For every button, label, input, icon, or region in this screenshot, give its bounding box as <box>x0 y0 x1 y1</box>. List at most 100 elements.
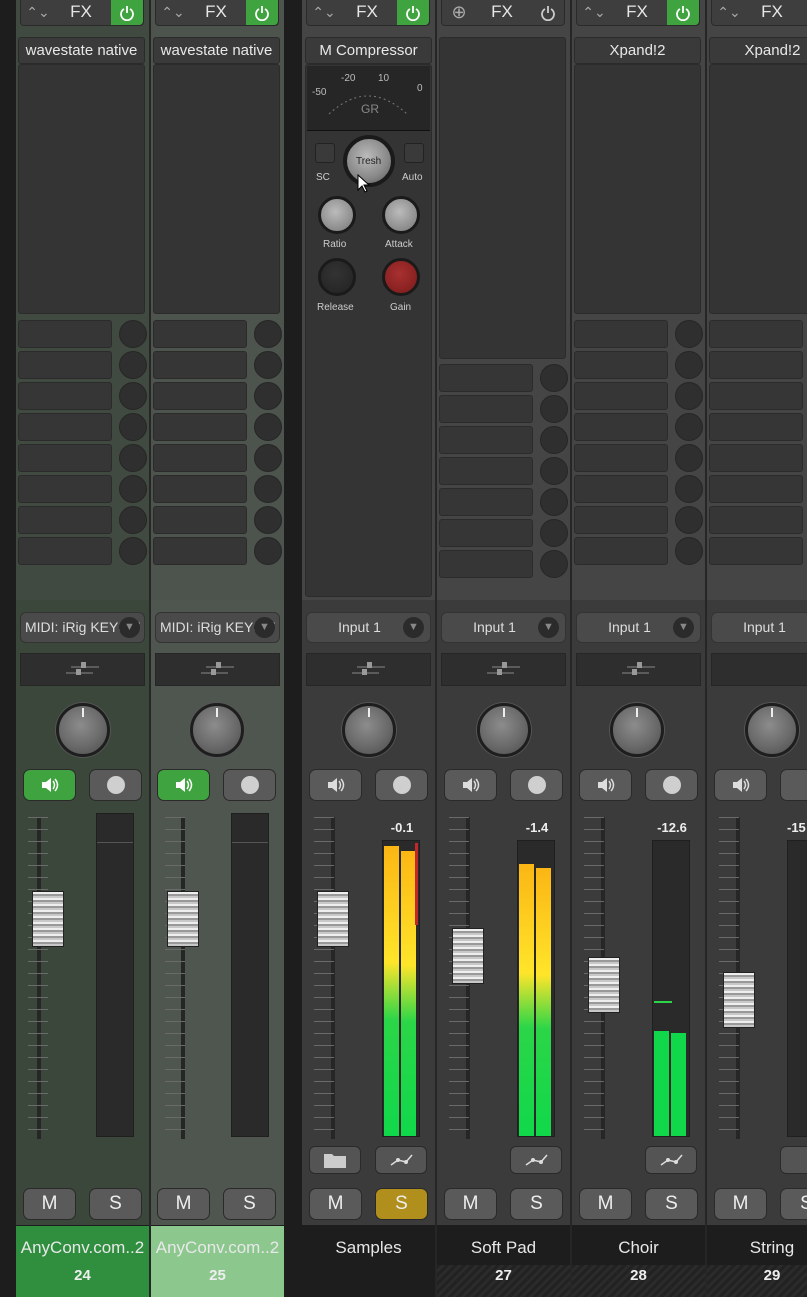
send-level-knob[interactable] <box>675 413 703 441</box>
input-gain-slider[interactable] <box>306 653 431 686</box>
expand-chevron-icon[interactable]: ⌃⌄ <box>716 1 742 23</box>
input-gain-slider[interactable] <box>155 653 280 686</box>
fx-button[interactable]: FX <box>611 1 663 23</box>
send-slot[interactable] <box>18 444 112 472</box>
send-level-knob[interactable] <box>119 444 147 472</box>
plugin-slot-name[interactable]: M Compressor <box>305 37 432 64</box>
automation-button[interactable] <box>375 1146 427 1174</box>
fx-button[interactable]: FX <box>341 1 393 23</box>
send-slot[interactable] <box>574 537 668 565</box>
send-slot[interactable] <box>574 320 668 348</box>
pan-knob[interactable] <box>745 703 799 757</box>
gain-knob[interactable] <box>382 258 420 296</box>
channel-name[interactable]: String <box>707 1226 807 1266</box>
fx-power-button[interactable] <box>667 0 699 25</box>
channel-name[interactable]: AnyConv.com..2 <box>16 1226 149 1266</box>
send-slot[interactable] <box>18 413 112 441</box>
add-fx-icon[interactable]: ⊕ <box>446 1 472 23</box>
auto-toggle[interactable] <box>404 143 424 163</box>
ratio-knob[interactable] <box>318 196 356 234</box>
send-slot[interactable] <box>153 382 247 410</box>
pan-knob[interactable] <box>477 703 531 757</box>
send-slot[interactable] <box>574 506 668 534</box>
mute-button[interactable]: M <box>579 1188 632 1220</box>
mute-button[interactable]: M <box>23 1188 76 1220</box>
channel-name[interactable]: AnyConv.com..2 <box>151 1226 284 1266</box>
send-level-knob[interactable] <box>254 444 282 472</box>
input-selector[interactable]: Input 1 ▼ <box>306 612 431 643</box>
send-level-knob[interactable] <box>540 426 568 454</box>
plugin-slot-name[interactable]: Xpand!2 <box>574 37 701 64</box>
solo-button[interactable]: S <box>89 1188 142 1220</box>
send-level-knob[interactable] <box>119 320 147 348</box>
expand-chevron-icon[interactable]: ⌃⌄ <box>311 1 337 23</box>
plugin-slot-name[interactable]: wavestate native <box>18 37 145 64</box>
record-arm-button[interactable] <box>510 769 563 801</box>
send-level-knob[interactable] <box>540 395 568 423</box>
input-gain-slider[interactable] <box>20 653 145 686</box>
send-slot[interactable] <box>574 351 668 379</box>
send-slot[interactable] <box>709 382 803 410</box>
send-level-knob[interactable] <box>254 320 282 348</box>
send-level-knob[interactable] <box>254 537 282 565</box>
send-slot[interactable] <box>709 413 803 441</box>
send-slot[interactable] <box>439 457 533 485</box>
fx-button[interactable]: FX <box>746 1 798 23</box>
send-level-knob[interactable] <box>675 506 703 534</box>
send-slot[interactable] <box>709 351 803 379</box>
volume-fader[interactable] <box>317 891 349 947</box>
expand-chevron-icon[interactable]: ⌃⌄ <box>160 1 186 23</box>
mute-button[interactable]: M <box>309 1188 362 1220</box>
send-level-knob[interactable] <box>254 351 282 379</box>
send-slot[interactable] <box>709 506 803 534</box>
solo-button[interactable]: S <box>510 1188 563 1220</box>
send-slot[interactable] <box>439 519 533 547</box>
sidechain-toggle[interactable] <box>315 143 335 163</box>
solo-button[interactable]: S <box>780 1188 807 1220</box>
send-slot[interactable] <box>18 537 112 565</box>
send-level-knob[interactable] <box>254 382 282 410</box>
send-slot[interactable] <box>439 364 533 392</box>
input-selector[interactable]: Input 1 <box>711 612 807 643</box>
monitor-button[interactable] <box>444 769 497 801</box>
automation-button[interactable] <box>645 1146 697 1174</box>
folder-button[interactable] <box>309 1146 361 1174</box>
send-level-knob[interactable] <box>119 506 147 534</box>
input-selector[interactable]: Input 1 ▼ <box>576 612 701 643</box>
fx-power-button[interactable] <box>111 0 143 25</box>
send-slot[interactable] <box>18 506 112 534</box>
send-level-knob[interactable] <box>540 550 568 578</box>
volume-fader[interactable] <box>167 891 199 947</box>
plugin-slot-name[interactable]: wavestate native <box>153 37 280 64</box>
automation-button[interactable] <box>510 1146 562 1174</box>
fx-button[interactable]: FX <box>476 1 528 23</box>
send-level-knob[interactable] <box>540 457 568 485</box>
automation-button[interactable] <box>780 1146 807 1174</box>
fx-power-button[interactable] <box>246 0 278 25</box>
send-level-knob[interactable] <box>254 506 282 534</box>
send-level-knob[interactable] <box>254 475 282 503</box>
record-arm-button[interactable] <box>375 769 428 801</box>
record-arm-button[interactable] <box>223 769 276 801</box>
send-slot[interactable] <box>439 488 533 516</box>
volume-fader[interactable] <box>588 957 620 1013</box>
volume-fader[interactable] <box>723 972 755 1028</box>
send-slot[interactable] <box>153 506 247 534</box>
send-slot[interactable] <box>439 550 533 578</box>
send-level-knob[interactable] <box>119 413 147 441</box>
volume-fader[interactable] <box>32 891 64 947</box>
pan-knob[interactable] <box>342 703 396 757</box>
attack-knob[interactable] <box>382 196 420 234</box>
volume-fader[interactable] <box>452 928 484 984</box>
mute-button[interactable]: M <box>444 1188 497 1220</box>
fx-power-button[interactable] <box>532 0 564 25</box>
pan-knob[interactable] <box>190 703 244 757</box>
send-slot[interactable] <box>153 351 247 379</box>
solo-button[interactable]: S <box>375 1188 428 1220</box>
send-slot[interactable] <box>18 351 112 379</box>
send-slot[interactable] <box>709 537 803 565</box>
release-knob[interactable] <box>318 258 356 296</box>
send-slot[interactable] <box>574 413 668 441</box>
send-slot[interactable] <box>574 475 668 503</box>
send-slot[interactable] <box>153 444 247 472</box>
